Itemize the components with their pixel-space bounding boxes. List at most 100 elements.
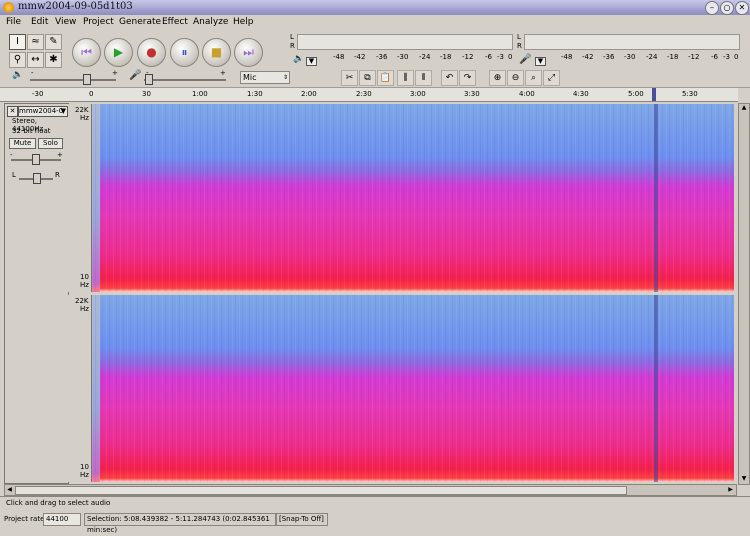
zoom-tool-icon[interactable]: ⚲ [9,52,26,68]
play-scale-1: -48 [333,53,345,61]
ruler-tick: 1:00 [192,90,208,98]
rec-scale-6: -18 [667,53,679,61]
window-title: mmw2004-09-05d1t03 [18,1,133,12]
project-rate-value: 44100 [46,515,69,523]
silence-icon[interactable]: ⫴ [415,70,432,86]
menu-view[interactable]: View [55,17,76,27]
draw-tool-icon[interactable]: ✎ [45,34,62,50]
scroll-left-icon[interactable]: ◀ [5,485,14,495]
track-name-menu[interactable]: mmw2004-0 ▼ [18,106,68,117]
scroll-up-icon[interactable]: ▲ [739,104,749,112]
output-volume-icon: 🔈 [12,70,24,80]
rec-scale-8: -6 [711,53,718,61]
freq-bottom-unit: Hz [80,471,89,479]
stop-button[interactable]: ■ [202,38,231,67]
rec-scale-10: 0 [734,53,739,61]
record-button[interactable]: ● [137,38,166,67]
speaker-icon: 🔈 [293,54,305,64]
redo-icon[interactable]: ↷ [459,70,476,86]
freq-top-unit: Hz [80,305,89,313]
selection-bar: Project rate: 44100 Selection: 5:08.4393… [0,510,750,534]
output-volume-min: - [31,69,34,77]
frequency-ruler-top: 22K Hz 10 Hz [68,104,92,292]
pan-thumb[interactable] [33,173,41,184]
timeshift-tool-icon[interactable]: ↔ [27,52,44,68]
menu-help[interactable]: Help [233,17,254,27]
menu-edit[interactable]: Edit [31,17,48,27]
recording-meter[interactable] [524,34,740,50]
multi-tool-icon[interactable]: ✱ [45,52,62,68]
ruler-tick: 2:00 [301,90,317,98]
playback-meter[interactable] [297,34,513,50]
menu-file[interactable]: File [6,17,21,27]
freq-top-label: 22K [75,106,89,114]
selection-info: Selection: 5:08.439382 - 5:11.284743 (0:… [84,513,276,534]
cut-icon[interactable]: ✂ [341,70,358,86]
skip-end-button[interactable]: ⏭ [234,38,263,67]
spectrogram-left-channel[interactable] [92,104,734,292]
menu-bar: File Edit View Project Generate Effect A… [0,15,750,30]
gain-thumb[interactable] [32,154,40,165]
close-track-icon[interactable]: ✕ [7,106,18,117]
rec-meter-menu-icon[interactable]: ▼ [535,57,546,66]
zoom-out-icon[interactable]: ⊖ [507,70,524,86]
input-volume-slider[interactable] [144,79,226,81]
menu-effect[interactable]: Effect [162,17,188,27]
close-icon[interactable]: ✕ [735,1,749,15]
fit-selection-icon[interactable]: ⌕ [525,70,542,86]
minimize-icon[interactable]: – [705,1,719,15]
scroll-down-icon[interactable]: ▼ [739,475,749,483]
microphone-icon: 🎤 [519,54,532,65]
copy-icon[interactable]: ⧉ [359,70,376,86]
input-source-select[interactable]: Mic ⇕ [240,71,290,84]
solo-button[interactable]: Solo [38,138,63,149]
freq-bottom-label: 10 [80,463,89,471]
status-message: Click and drag to select audio [6,499,111,507]
pause-button[interactable]: ⏸ [170,38,199,67]
vertical-scrollbar[interactable]: ▲ ▼ [738,103,750,485]
menu-generate[interactable]: Generate [119,17,161,27]
play-meter-menu-icon[interactable]: ▼ [306,57,317,66]
menu-analyze[interactable]: Analyze [193,17,228,27]
menu-project[interactable]: Project [83,17,114,27]
play-meter-left-label: L [290,33,294,41]
horizontal-scrollbar[interactable]: ◀ ▶ [4,484,737,496]
status-bar: Click and drag to select audio [0,496,750,509]
spectrogram-texture [92,295,734,482]
snap-status[interactable]: [Snap-To Off] [276,513,328,526]
project-rate-label: Project rate: [4,515,47,523]
horizontal-scroll-thumb[interactable] [15,486,627,495]
input-volume-thumb[interactable] [145,74,153,85]
freq-bottom-label: 10 [80,273,89,281]
zoom-in-icon[interactable]: ⊕ [489,70,506,86]
mute-button[interactable]: Mute [9,138,36,149]
frequency-ruler-bottom: 22K Hz 10 Hz [68,295,92,482]
selection-tool-icon[interactable]: I [9,34,26,50]
rec-scale-1: -48 [561,53,573,61]
rec-scale-3: -36 [603,53,615,61]
play-button[interactable]: ▶ [104,38,133,67]
freq-bottom-unit: Hz [80,281,89,289]
paste-icon[interactable]: 📋 [377,70,394,86]
play-cursor-line [654,295,658,482]
rec-scale-7: -12 [688,53,700,61]
maximize-icon[interactable]: ○ [720,1,734,15]
input-source-value: Mic [243,73,257,82]
fit-project-icon[interactable]: ⤢ [543,70,560,86]
scroll-right-icon[interactable]: ▶ [726,485,735,495]
track-sample-format: 32-bit float [12,127,51,135]
play-scale-3: -36 [376,53,388,61]
output-volume-thumb[interactable] [83,74,91,85]
ruler-tick: 5:00 [628,90,644,98]
project-rate-select[interactable]: 44100 [43,513,81,526]
spectrogram-right-channel[interactable] [92,295,734,482]
gain-max: + [57,151,63,159]
ruler-tick: 2:30 [356,90,372,98]
envelope-tool-icon[interactable]: ≈ [27,34,44,50]
trim-icon[interactable]: ⫼ [397,70,414,86]
output-volume-slider[interactable] [30,79,116,81]
undo-icon[interactable]: ↶ [441,70,458,86]
rec-meter-left-label: L [517,33,521,41]
skip-start-button[interactable]: ⏮ [72,38,101,67]
timeline-ruler[interactable]: -30 0 30 1:00 1:30 2:00 2:30 3:00 3:30 4… [0,88,738,102]
